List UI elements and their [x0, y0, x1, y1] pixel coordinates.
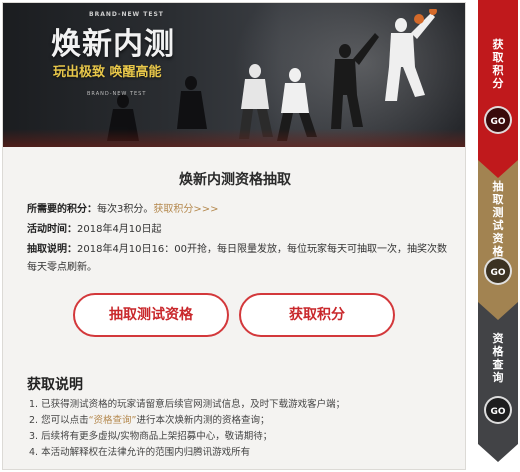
points-required-row: 所需要的积分：每次3积分。获取积分>>> [27, 201, 451, 219]
desc-value: 2018年4月10日16：00开抢，每日限量发放，每位玩家每天可抽取一次，抽奖次… [27, 244, 447, 273]
sidebar-item-label: 资格查询 [492, 332, 504, 384]
brand-caption: BRAND-NEW TEST [89, 11, 164, 18]
notes-title: 获取说明 [27, 377, 83, 393]
desc-label: 抽取说明： [27, 244, 77, 255]
time-label: 活动时间： [27, 224, 77, 235]
list-item: 2. 您可以点击“资格查询”进行本次焕新内测的资格查询； [29, 415, 270, 426]
go-button-draw-qualification[interactable]: GO [484, 257, 512, 285]
notes-list: 1. 已获得测试资格的玩家请留意后续官网测试信息，及时下载游戏客户端； 2. 您… [29, 397, 459, 461]
list-item: 4. 本活动解释权在法律允许的范围内归腾讯游戏所有 [29, 447, 251, 458]
time-value: 2018年4月10日起 [77, 224, 162, 235]
list-item: 1. 已获得测试资格的玩家请留意后续官网测试信息，及时下载游戏客户端； [29, 399, 346, 410]
qualification-query-link[interactable]: “资格查询” [89, 415, 137, 426]
get-points-link[interactable]: 获取积分>>> [153, 204, 218, 215]
sidebar-item-label: 获取积分 [492, 38, 504, 90]
go-button-qualification-query[interactable]: GO [484, 396, 512, 424]
draw-qualification-button[interactable]: 抽取测试资格 [73, 293, 229, 337]
activity-time-row: 活动时间：2018年4月10日起 [27, 221, 451, 239]
get-points-button[interactable]: 获取积分 [239, 293, 395, 337]
banner-slogan: 玩出极致 唤醒高能 [53, 65, 162, 80]
sidebar-item-label: 抽取测试资格 [492, 180, 504, 258]
banner-title: 焕新内测 [51, 27, 175, 62]
list-item: 3. 后续将有更多虚拟/实物商品上架招募中心，敬请期待； [29, 431, 273, 442]
brand-caption-secondary: BRAND-NEW TEST [87, 91, 147, 97]
points-label: 所需要的积分： [27, 204, 97, 215]
promo-banner: BRAND-NEW TEST 焕新内测 玩出极致 唤醒高能 BRAND-NEW … [3, 3, 465, 147]
qualification-title: 焕新内测资格抽取 [179, 172, 291, 188]
go-button-get-points[interactable]: GO [484, 106, 512, 134]
main-card: BRAND-NEW TEST 焕新内测 玩出极致 唤醒高能 BRAND-NEW … [2, 2, 466, 470]
draw-description-row: 抽取说明：2018年4月10日16：00开抢，每日限量发放，每位玩家每天可抽取一… [27, 241, 455, 277]
side-navigation: 获取积分 抽取测试资格 资格查询 GO GO GO [478, 0, 520, 472]
points-value: 每次3积分。 [97, 204, 154, 215]
